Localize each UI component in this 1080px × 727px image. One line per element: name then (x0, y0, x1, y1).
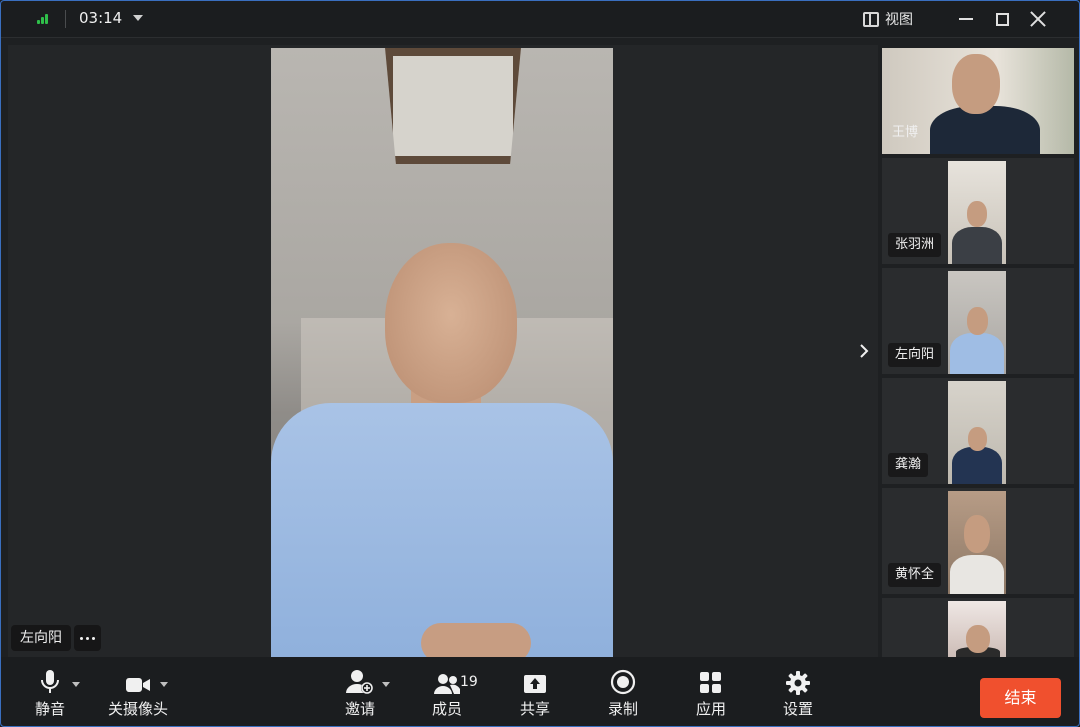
invite-label: 邀请 (344, 700, 375, 718)
participant-tile[interactable]: 龚瀚 (882, 378, 1074, 484)
record-icon (610, 669, 636, 695)
video-camera-icon (125, 669, 151, 695)
participant-video (948, 491, 1006, 594)
participant-tile[interactable]: 黄怀全 (882, 488, 1074, 594)
apps-grid-icon (699, 669, 723, 695)
more-options-button[interactable] (74, 625, 101, 651)
participant-tile[interactable]: 张羽洲 (882, 158, 1074, 264)
apps-label: 应用 (695, 700, 726, 718)
signal-strength-icon (37, 12, 51, 24)
minimize-button[interactable] (951, 6, 981, 32)
add-user-icon (346, 669, 374, 695)
chevron-right-icon[interactable] (857, 342, 871, 360)
invite-button[interactable]: 邀请 (325, 669, 395, 719)
view-layout-icon (863, 11, 879, 27)
participant-name: 黄怀全 (888, 563, 942, 587)
end-meeting-button[interactable]: 结束 (980, 678, 1061, 718)
participant-name: 龚瀚 (888, 453, 929, 477)
settings-button[interactable]: 设置 (763, 669, 833, 719)
participant-name: 王博 (892, 125, 919, 140)
camera-options-caret[interactable] (160, 682, 168, 687)
participant-video (948, 271, 1006, 374)
settings-label: 设置 (782, 700, 813, 718)
apps-button[interactable]: 应用 (676, 669, 746, 719)
view-label: 视图 (885, 12, 913, 28)
ceiling-lamp (385, 48, 521, 164)
microphone-icon (39, 669, 61, 695)
participant-video (948, 381, 1006, 484)
main-speaker-video[interactable] (271, 48, 613, 657)
record-button[interactable]: 录制 (588, 669, 658, 719)
invite-options-caret[interactable] (382, 682, 390, 687)
share-label: 共享 (519, 700, 550, 718)
participant-name: 张羽洲 (888, 233, 942, 257)
close-button[interactable] (1023, 6, 1053, 32)
participant-video (948, 161, 1006, 264)
close-icon (1030, 11, 1046, 27)
camera-label: 关摄像头 (107, 700, 168, 718)
participant-video (948, 601, 1006, 657)
share-button[interactable]: 共享 (500, 669, 570, 719)
participant-tile[interactable]: 左向阳 (882, 268, 1074, 374)
speaker-hand (421, 623, 531, 657)
divider (65, 10, 66, 28)
participant-name: 左向阳 (888, 343, 942, 367)
participant-tile[interactable]: 王博 (882, 48, 1074, 154)
mute-label: 静音 (34, 700, 65, 718)
chevron-down-icon[interactable] (133, 15, 143, 21)
minimize-icon (959, 18, 973, 20)
members-count: 19 (460, 674, 478, 690)
speaker-shirt (271, 403, 613, 657)
camera-button[interactable]: 关摄像头 (103, 669, 173, 719)
mute-options-caret[interactable] (72, 682, 80, 687)
speaker-head (385, 243, 517, 403)
record-label: 录制 (607, 700, 638, 718)
gear-icon (786, 669, 810, 695)
maximize-icon (995, 12, 1009, 26)
share-screen-icon (523, 669, 547, 695)
members-label: 成员 (431, 700, 462, 718)
participant-gallery: 王博 张羽洲 左向阳 龚瀚 黄怀全 (880, 45, 1076, 657)
members-icon (434, 669, 460, 695)
maximize-button[interactable] (987, 6, 1017, 32)
speaker-name-tag: 左向阳 (11, 625, 71, 651)
meeting-duration: 03:14 (79, 9, 123, 27)
view-button[interactable]: 视图 (863, 8, 913, 30)
mute-button[interactable]: 静音 (15, 669, 85, 719)
participant-tile[interactable] (882, 598, 1074, 657)
title-bar: 03:14 视图 (0, 0, 1080, 38)
